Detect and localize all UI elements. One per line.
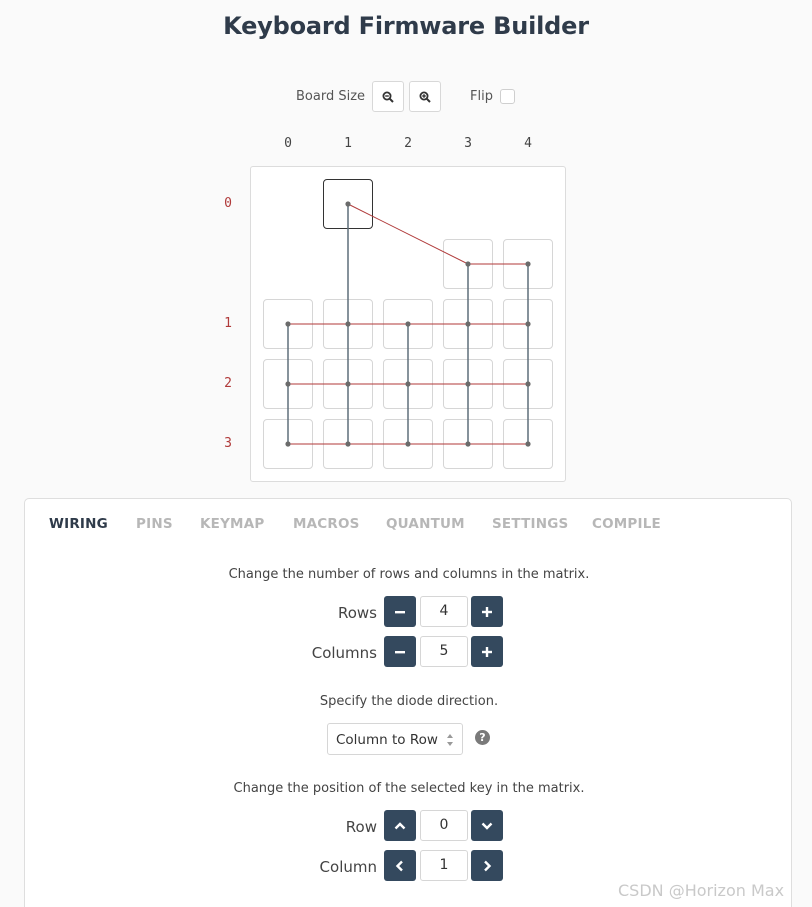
column-position-label: Column — [319, 858, 377, 876]
rows-decrement-button[interactable] — [384, 596, 416, 627]
column-position-input[interactable]: 1 — [420, 850, 468, 881]
rows-input[interactable]: 4 — [420, 596, 468, 627]
zoom-in-button[interactable] — [409, 81, 441, 112]
column-label-1: 1 — [344, 136, 352, 151]
row-up-button[interactable] — [384, 810, 416, 841]
zoom-out-button[interactable] — [372, 81, 404, 112]
chevron-down-icon — [481, 822, 493, 830]
plus-icon — [482, 606, 492, 617]
rows-label: Rows — [337, 604, 377, 622]
tab-settings[interactable]: SETTINGS — [492, 516, 568, 532]
minus-icon — [395, 650, 405, 653]
tab-macros[interactable]: MACROS — [293, 516, 360, 532]
zoom-in-icon — [419, 91, 431, 103]
column-label-2: 2 — [404, 136, 412, 151]
tab-wiring[interactable]: WIRING — [49, 516, 108, 532]
page-title: Keyboard Firmware Builder — [223, 12, 589, 40]
zoom-out-icon — [382, 91, 394, 103]
row-label-2: 2 — [224, 376, 232, 391]
flip-checkbox[interactable] — [500, 89, 515, 104]
column-label-3: 3 — [464, 136, 472, 151]
keyboard-board — [250, 166, 566, 482]
row-label-1: 1 — [224, 316, 232, 331]
row-position-label: Row — [345, 818, 377, 836]
column-label-4: 4 — [524, 136, 532, 151]
plus-icon — [482, 646, 492, 657]
row-down-button[interactable] — [471, 810, 503, 841]
column-label-0: 0 — [284, 136, 292, 151]
board-controls: Board Size Flip — [0, 81, 812, 113]
diode-direction-value: Column to Row — [336, 732, 438, 748]
row-label-3: 3 — [224, 436, 232, 451]
row-wire-0 — [347, 203, 528, 265]
columns-increment-button[interactable] — [471, 636, 503, 667]
chevron-up-icon — [394, 821, 406, 829]
tab-compile[interactable]: COMPILE — [592, 516, 661, 532]
help-icon[interactable]: ? — [475, 730, 490, 745]
columns-decrement-button[interactable] — [384, 636, 416, 667]
matrix-size-description: Change the number of rows and columns in… — [228, 567, 590, 582]
row-label-0: 0 — [224, 196, 232, 211]
rows-increment-button[interactable] — [471, 596, 503, 627]
tab-pins[interactable]: PINS — [136, 516, 173, 532]
matrix-wires — [285, 201, 531, 447]
diode-description: Specify the diode direction. — [319, 694, 499, 709]
diode-direction-select[interactable]: Column to Row — [327, 723, 463, 755]
board-size-label: Board Size — [296, 89, 366, 104]
columns-input[interactable]: 5 — [420, 636, 468, 667]
position-description: Change the position of the selected key … — [233, 781, 585, 796]
tab-keymap[interactable]: KEYMAP — [200, 516, 264, 532]
watermark: CSDN @Horizon Max — [618, 881, 785, 900]
flip-label: Flip — [470, 89, 493, 104]
column-right-button[interactable] — [471, 850, 503, 881]
settings-panel: WIRING PINS KEYMAP MACROS QUANTUM SETTIN… — [24, 498, 792, 907]
chevron-left-icon — [395, 860, 403, 871]
columns-label: Columns — [311, 644, 377, 662]
row-position-input[interactable]: 0 — [420, 810, 468, 841]
chevron-right-icon — [484, 860, 492, 871]
select-arrows-icon — [447, 734, 453, 746]
minus-icon — [395, 610, 405, 613]
tab-quantum[interactable]: QUANTUM — [386, 516, 465, 532]
column-left-button[interactable] — [384, 850, 416, 881]
